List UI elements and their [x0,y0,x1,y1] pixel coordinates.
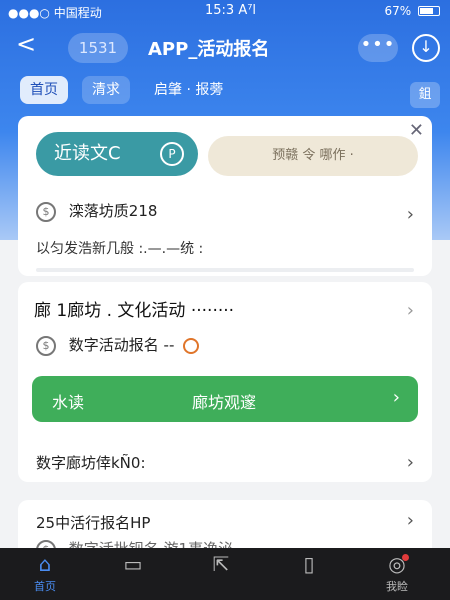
carrier-signal: ●●●○ 中国程动 [8,6,102,20]
tab-home-bottom[interactable]: ⌂ 首页 [13,552,77,594]
chevron-right-icon: › [406,204,414,225]
battery-percent: 67% [384,4,412,18]
coin-icon: P [160,142,184,166]
battery-icon [418,6,440,16]
list-item[interactable]: 数字廊坊倖kÑ0: [36,452,146,473]
secondary-pill[interactable]: 预赣 令 哪作 · [208,136,418,176]
download-icon[interactable]: ↓ [412,34,440,62]
action-button-label: 廊坊观邃 [192,393,257,412]
count-pill[interactable]: 1531 [68,33,128,63]
chevron-right-icon: › [406,452,414,473]
list-item[interactable]: $ 数字活动报名 -- [36,334,200,356]
activity-title: 廊 1廊坊 . 文化活动 ········ [34,301,235,321]
action-button-left: 水读 [52,393,85,412]
list-item[interactable]: 25中活行报名HP [36,512,150,533]
action-button[interactable]: 水读 廊坊观邃 › [32,376,418,422]
tab-label: 首页 [34,580,56,593]
list-item-label: 滦落坊质218 [68,202,158,220]
badge-icon [183,337,200,354]
close-icon[interactable]: ✕ [409,120,424,141]
list-item-label: 数字活动报名 -- [68,336,175,354]
tab-label: 我睑 [386,580,408,593]
chevron-right-icon: › [392,387,400,408]
bottom-tab-bar: ⌂ 首页 ▭ ⇱ ▯ ◎ 我睑 [0,548,450,600]
chat-icon: ▭ [123,552,143,576]
page-title: APP_活动报名 [148,39,270,60]
nav-bar: < 1531 APP_活动报名 ••• ↓ [0,28,450,68]
notification-dot [402,554,409,561]
tab-side-button[interactable]: 鉏 [410,82,440,108]
activity-card: 廊 1廊坊 . 文化活动 ········ › $ 数字活动报名 -- 水读 廊… [18,282,432,482]
info-card: ✕ 近读文C P 预赣 令 哪作 · $ 滦落坊质218 › 以匀发浩新几般 :… [18,116,432,276]
chevron-right-icon: › [406,300,414,321]
dollar-icon: $ [36,335,56,356]
home-icon: ⌂ [38,552,52,576]
status-time: 15:3 A⁷l [205,3,257,18]
tab-request[interactable]: 清求 [82,76,130,104]
tab-messages[interactable]: ◎ 我睑 [365,552,429,594]
list-item[interactable]: $ 滦落坊质218 [36,200,157,222]
list-subtext: 以匀发浩新几般 :.—.—统 : [36,241,204,257]
tab-signup[interactable]: 启肇 · 报蒡 [144,76,233,104]
back-button[interactable]: < [16,30,36,58]
primary-pill[interactable]: 近读文C P [36,132,198,176]
share-icon: ⇱ [212,552,230,576]
status-bar: ●●●○ 中国程动 15:3 A⁷l 67% [0,0,450,24]
divider [36,268,414,272]
tab-chat[interactable]: ▭ [101,552,165,578]
tab-phone[interactable]: ▯ [277,552,341,578]
more-button[interactable]: ••• [358,34,398,62]
message-icon: ◎ [388,552,406,576]
phone-icon: ▯ [303,552,315,576]
dollar-icon: $ [36,201,56,222]
battery-status: 67% [384,4,440,18]
tab-home[interactable]: 首页 [20,76,68,104]
primary-pill-label: 近读文C [54,143,121,164]
chevron-right-icon: › [406,510,414,531]
tab-bar-top: 首页 清求 启肇 · 报蒡 [0,76,450,106]
tab-share[interactable]: ⇱ [189,552,253,578]
